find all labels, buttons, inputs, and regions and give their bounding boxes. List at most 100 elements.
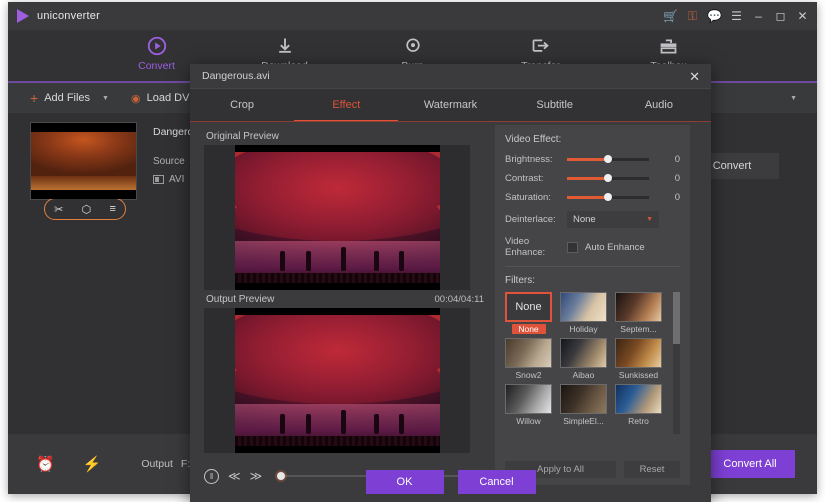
performer-silhouette bbox=[341, 410, 347, 435]
filter-item-willow[interactable]: Willow bbox=[505, 384, 552, 426]
original-preview-label: Original Preview bbox=[206, 131, 279, 142]
saturation-slider-handle[interactable] bbox=[604, 193, 612, 201]
contrast-slider[interactable] bbox=[567, 174, 649, 182]
add-files-button[interactable]: + Add Files ▼ bbox=[30, 90, 109, 106]
alarm-icon[interactable]: ⏰ bbox=[36, 455, 55, 473]
filter-thumb-september bbox=[615, 292, 662, 322]
ok-button[interactable]: OK bbox=[365, 470, 444, 494]
video-enhance-label: Video Enhance: bbox=[505, 236, 546, 258]
bolt-icon[interactable]: ⚡ bbox=[83, 455, 102, 473]
chevron-down-icon-deinterlace: ▼ bbox=[646, 216, 653, 223]
brightness-slider[interactable] bbox=[567, 155, 649, 163]
filters-grid: None None Holiday Septem... Snow2 Aibao … bbox=[505, 292, 680, 426]
performer-silhouette bbox=[373, 414, 379, 435]
filter-item-september[interactable]: Septem... bbox=[615, 292, 662, 334]
video-format-icon bbox=[153, 175, 164, 184]
cart-icon[interactable]: 🛒 bbox=[663, 10, 678, 23]
filter-item-holiday[interactable]: Holiday bbox=[560, 292, 607, 334]
saturation-slider[interactable] bbox=[567, 193, 649, 201]
file-list-item[interactable]: ✂ ⬡ ≡ Dangerous Source AVI bbox=[30, 122, 204, 220]
tab-effect[interactable]: Effect bbox=[294, 89, 398, 122]
original-preview-box bbox=[204, 145, 470, 290]
tab-crop[interactable]: Crop bbox=[190, 89, 294, 122]
video-letterbox-bottom bbox=[234, 283, 440, 290]
filter-label-aibao: Aibao bbox=[572, 370, 595, 380]
performer-silhouette bbox=[279, 251, 285, 272]
dialog-title: Dangerous.avi bbox=[202, 70, 270, 82]
filter-label-simpleel: SimpleEl... bbox=[563, 416, 604, 426]
filters-scrollbar-thumb[interactable] bbox=[673, 292, 680, 344]
auto-enhance-checkbox[interactable] bbox=[567, 241, 578, 253]
edit-tools-group[interactable]: ✂ ⬡ ≡ bbox=[44, 198, 126, 220]
filters-title: Filters: bbox=[505, 275, 535, 286]
plus-icon: + bbox=[30, 90, 39, 106]
output-format-chevron-icon[interactable]: ▼ bbox=[790, 95, 797, 102]
original-preview-header: Original Preview bbox=[204, 127, 486, 145]
contrast-value: 0 bbox=[674, 173, 680, 184]
file-thumbnail[interactable] bbox=[30, 122, 137, 200]
filter-label-september: Septem... bbox=[620, 324, 657, 334]
filter-label-none: None bbox=[511, 324, 546, 334]
filter-item-aibao[interactable]: Aibao bbox=[560, 338, 607, 380]
key-icon[interactable]: ⚿ bbox=[686, 10, 699, 23]
filter-thumb-sunkissed bbox=[615, 338, 662, 368]
add-files-label: Add Files bbox=[44, 92, 91, 104]
contrast-slider-handle[interactable] bbox=[604, 174, 612, 182]
performer-silhouette bbox=[306, 414, 312, 435]
contrast-slider-fill bbox=[567, 177, 608, 180]
tab-subtitle[interactable]: Subtitle bbox=[503, 89, 607, 122]
output-preview-time: 00:04/04:11 bbox=[434, 294, 484, 305]
auto-enhance-label: Auto Enhance bbox=[585, 241, 645, 253]
dialog-title-bar: Dangerous.avi ✕ bbox=[190, 64, 711, 89]
tab-audio[interactable]: Audio bbox=[607, 89, 711, 122]
deinterlace-row: Deinterlace: None ▼ bbox=[505, 211, 680, 228]
feedback-icon[interactable]: 💬 bbox=[707, 10, 722, 23]
trim-icon[interactable]: ✂ bbox=[54, 203, 63, 216]
close-icon[interactable]: ✕ bbox=[796, 10, 809, 23]
filter-item-retro[interactable]: Retro bbox=[615, 384, 662, 426]
video-letterbox-top-out bbox=[234, 308, 440, 315]
dialog-close-icon[interactable]: ✕ bbox=[689, 70, 700, 83]
screenshot-root: uniconverter 🛒 ⚿ 💬 ☰ – ◻ ✕ Convert + Add… bbox=[0, 0, 825, 502]
video-effect-title: Video Effect: bbox=[505, 134, 562, 145]
settings-panel: Video Effect: Brightness: 0 Contrast: 0 … bbox=[495, 125, 690, 485]
brightness-slider-fill bbox=[567, 158, 608, 161]
filter-item-sunkissed[interactable]: Sunkissed bbox=[615, 338, 662, 380]
preview-column: Original Preview Output Preview 00:04/04… bbox=[204, 127, 486, 453]
performer-silhouette bbox=[279, 414, 285, 435]
toolbox-icon bbox=[658, 35, 679, 57]
video-letterbox-bottom-out bbox=[234, 446, 440, 453]
convert-all-button[interactable]: Convert All bbox=[705, 450, 795, 478]
dialog-tabs: Crop Effect Watermark Subtitle Audio bbox=[190, 89, 711, 122]
filter-thumb-simpleel bbox=[560, 384, 607, 414]
brightness-slider-handle[interactable] bbox=[604, 155, 612, 163]
convert-icon bbox=[146, 35, 168, 57]
brightness-row: Brightness: 0 bbox=[505, 154, 680, 165]
filter-label-sunkissed: Sunkissed bbox=[618, 370, 659, 380]
filter-thumb-none: None bbox=[505, 292, 552, 322]
file-thumbnail-image bbox=[31, 123, 136, 199]
chevron-down-icon[interactable]: ▼ bbox=[102, 95, 109, 102]
maximize-icon[interactable]: ◻ bbox=[774, 10, 787, 23]
filter-item-simpleel[interactable]: SimpleEl... bbox=[560, 384, 607, 426]
deinterlace-dropdown[interactable]: None ▼ bbox=[567, 211, 659, 228]
effect-icon[interactable]: ≡ bbox=[109, 203, 115, 215]
performer-silhouette bbox=[306, 251, 312, 272]
window-controls: 🛒 ⚿ 💬 ☰ – ◻ ✕ bbox=[663, 10, 809, 23]
saturation-slider-fill bbox=[567, 196, 608, 199]
cancel-button[interactable]: Cancel bbox=[457, 470, 536, 494]
crop-icon[interactable]: ⬡ bbox=[82, 203, 92, 216]
filter-item-none[interactable]: None None bbox=[505, 292, 552, 334]
contrast-row: Contrast: 0 bbox=[505, 173, 680, 184]
filters-scrollbar-track[interactable] bbox=[673, 292, 680, 434]
tab-watermark[interactable]: Watermark bbox=[398, 89, 502, 122]
filter-thumb-aibao bbox=[560, 338, 607, 368]
filter-thumb-willow bbox=[505, 384, 552, 414]
minimize-icon[interactable]: – bbox=[752, 10, 765, 23]
performer-silhouette bbox=[341, 247, 347, 272]
filter-thumb-holiday bbox=[560, 292, 607, 322]
menu-icon[interactable]: ☰ bbox=[730, 10, 743, 23]
filter-item-snow2[interactable]: Snow2 bbox=[505, 338, 552, 380]
nav-tab-convert[interactable]: Convert bbox=[121, 35, 193, 72]
download-icon bbox=[275, 35, 295, 57]
